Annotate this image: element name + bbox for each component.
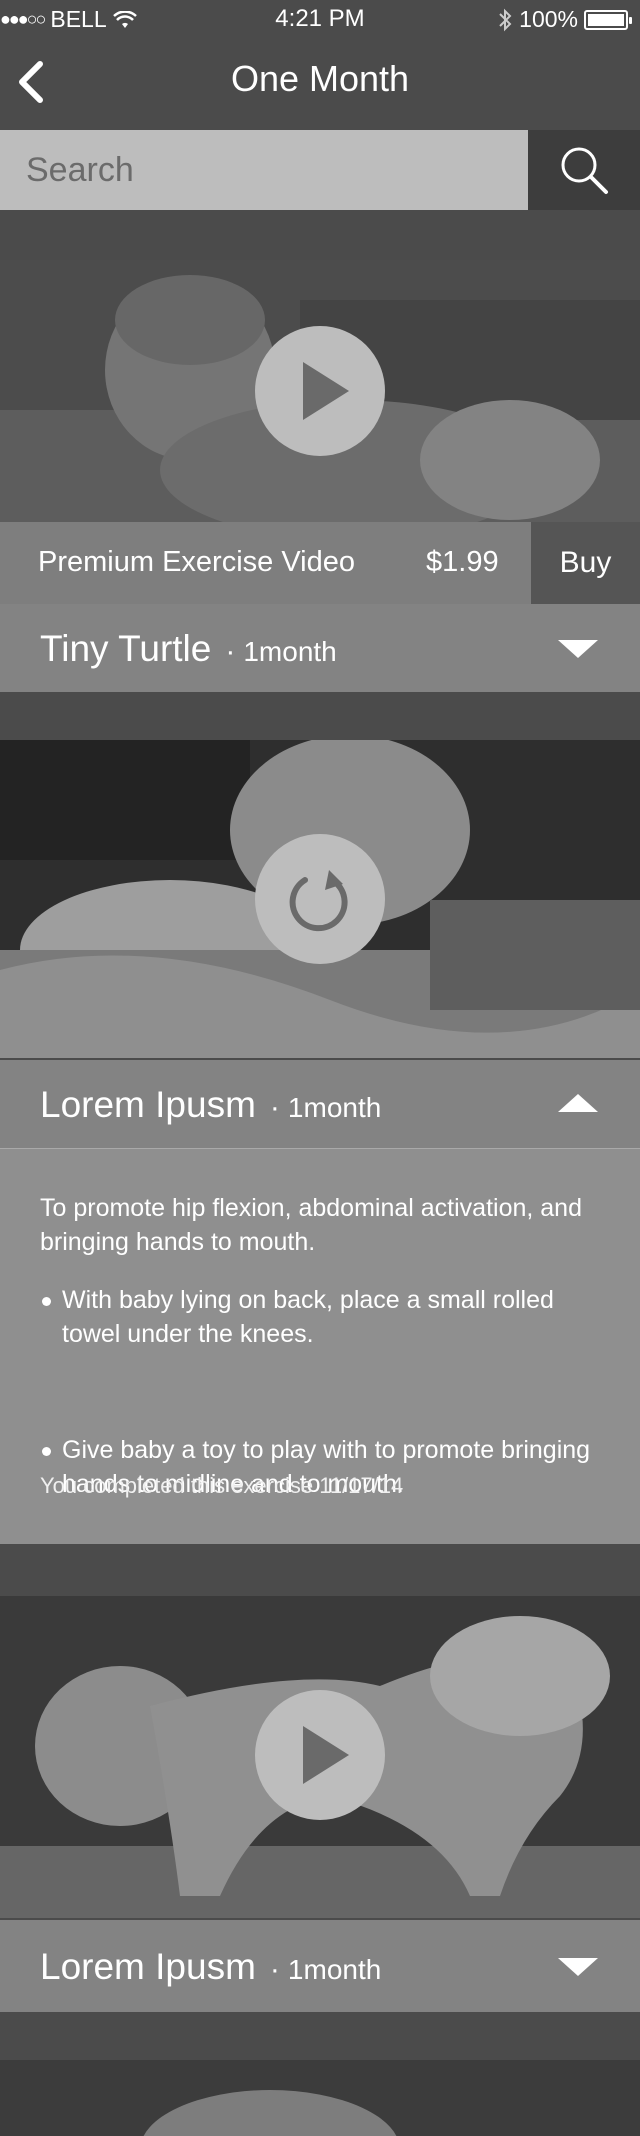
video-thumbnail[interactable] <box>0 2060 640 2136</box>
replay-icon <box>289 870 348 932</box>
search-icon <box>561 147 608 194</box>
buy-button[interactable]: Buy <box>531 522 640 604</box>
replay-button[interactable] <box>255 834 385 964</box>
chevron-down-icon[interactable] <box>558 640 598 658</box>
search-bar <box>0 130 640 210</box>
page-title: One Month <box>230 58 410 99</box>
exercise-header[interactable]: Lorem Ipusm · 1month <box>0 1920 640 2012</box>
battery-percent: 100% <box>519 6 578 32</box>
exercise-title: Tiny Turtle <box>40 628 212 669</box>
nav-bar: One Month <box>0 40 640 130</box>
exercise-title-row: Lorem Ipusm · 1month <box>40 1084 381 1126</box>
exercise-duration: 1month <box>287 1092 382 1123</box>
premium-price: $1.99 <box>426 546 499 578</box>
video-thumbnail[interactable] <box>0 740 640 1058</box>
separator: · <box>269 1953 280 1986</box>
exercise-title-row: Tiny Turtle · 1month <box>40 628 337 670</box>
exercise-title: Lorem Ipusm <box>40 1084 256 1125</box>
exercise-title-row: Lorem Ipusm · 1month <box>40 1946 381 1988</box>
battery-icon <box>584 9 632 30</box>
chevron-down-icon[interactable] <box>558 1958 598 1976</box>
separator: · <box>225 635 236 668</box>
exercise-duration: 1month <box>287 1954 382 1985</box>
exercise-step: With baby lying on back, place a small r… <box>40 1283 602 1351</box>
exercise-description: To promote hip flexion, abdominal activa… <box>40 1194 582 1256</box>
video-thumbnail[interactable] <box>0 1596 640 1918</box>
exercise-header[interactable]: Tiny Turtle · 1month <box>0 604 640 692</box>
play-icon <box>303 1726 349 1784</box>
play-icon <box>303 362 349 420</box>
premium-bar: Premium Exercise Video $1.99 Buy <box>0 522 640 604</box>
chevron-up-icon[interactable] <box>558 1094 598 1112</box>
status-bar: ●●●○○ BELL 4:21 PM 100% <box>0 0 640 40</box>
separator: · <box>269 1091 280 1124</box>
play-button[interactable] <box>255 326 385 456</box>
exercise-title: Lorem Ipusm <box>40 1946 256 1987</box>
video-thumbnail[interactable] <box>0 260 640 522</box>
premium-label: Premium Exercise Video <box>38 546 355 578</box>
exercise-header[interactable]: Lorem Ipusm · 1month <box>0 1060 640 1149</box>
completed-note: You completed this exercise 11/17/14 <box>40 1473 404 1498</box>
status-right: 100% <box>497 6 632 33</box>
exercise-duration: 1month <box>243 636 337 667</box>
search-button[interactable] <box>528 130 640 210</box>
bluetooth-icon <box>499 8 512 31</box>
baby-photo <box>0 2060 640 2136</box>
play-button[interactable] <box>255 1690 385 1820</box>
search-input[interactable] <box>0 130 528 210</box>
exercise-details: To promote hip flexion, abdominal activa… <box>0 1149 640 1544</box>
